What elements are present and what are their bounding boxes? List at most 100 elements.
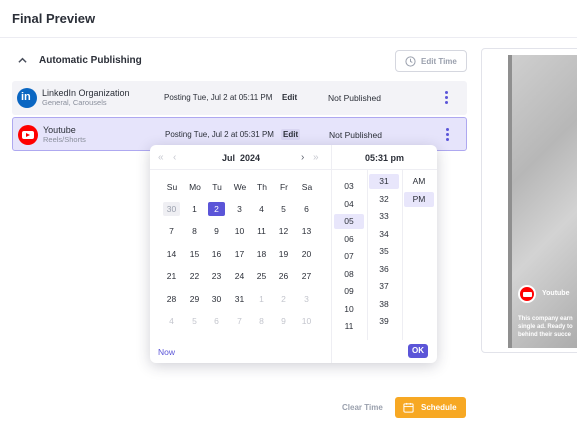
- calendar-day[interactable]: 23: [208, 269, 225, 283]
- section-title: Automatic Publishing: [39, 55, 142, 66]
- calendar-day[interactable]: 8: [253, 314, 270, 328]
- calendar-day[interactable]: 5: [186, 314, 203, 328]
- calendar-day[interactable]: 4: [253, 202, 270, 216]
- weekday-label: Fr: [279, 182, 289, 192]
- calendar-day[interactable]: 3: [298, 292, 315, 306]
- minute-option[interactable]: 39: [369, 314, 399, 329]
- status-text: Not Published: [328, 93, 381, 103]
- calendar-day[interactable]: 6: [208, 314, 225, 328]
- calendar-day[interactable]: 30: [208, 292, 225, 306]
- edit-button[interactable]: Edit: [281, 129, 301, 140]
- calendar-day[interactable]: 2: [275, 292, 292, 306]
- chevron-right-icon[interactable]: ›: [301, 152, 304, 163]
- calendar-day[interactable]: 10: [231, 224, 248, 238]
- hour-option[interactable]: 04: [334, 197, 364, 212]
- clear-time-button[interactable]: Clear Time: [342, 403, 383, 412]
- clock-icon: [405, 56, 416, 67]
- hour-option[interactable]: 10: [334, 302, 364, 317]
- hour-option[interactable]: 07: [334, 249, 364, 264]
- calendar-day[interactable]: 3: [231, 202, 248, 216]
- calendar-day[interactable]: 28: [163, 292, 180, 306]
- calendar-day[interactable]: 15: [186, 247, 203, 261]
- period-option[interactable]: PM: [404, 191, 434, 207]
- calendar-day[interactable]: 21: [163, 269, 180, 283]
- chevron-up-icon[interactable]: [18, 56, 27, 65]
- calendar-day[interactable]: 12: [275, 224, 292, 238]
- divider: [150, 169, 331, 170]
- time-display: 05:31 pm: [364, 153, 405, 163]
- hour-option[interactable]: 03: [334, 179, 364, 194]
- header: Final Preview: [0, 0, 577, 38]
- calendar-day[interactable]: 7: [163, 224, 180, 238]
- account-sub: Reels/Shorts: [43, 135, 86, 144]
- more-options-icon[interactable]: [445, 91, 449, 105]
- hour-option[interactable]: 08: [334, 267, 364, 282]
- youtube-icon: [18, 125, 38, 145]
- calendar-day[interactable]: 31: [231, 292, 248, 306]
- calendar-day[interactable]: 14: [163, 247, 180, 261]
- calendar-day[interactable]: 17: [231, 247, 248, 261]
- calendar-day[interactable]: 4: [163, 314, 180, 328]
- calendar-day[interactable]: 7: [231, 314, 248, 328]
- minute-option[interactable]: 37: [369, 279, 399, 294]
- calendar-day[interactable]: 11: [253, 224, 270, 238]
- edit-time-button[interactable]: Edit Time: [395, 50, 467, 72]
- minute-option[interactable]: 33: [369, 209, 399, 224]
- calendar-day[interactable]: 5: [275, 202, 292, 216]
- now-button[interactable]: Now: [158, 347, 175, 357]
- linkedin-icon: in: [17, 88, 37, 108]
- minute-option[interactable]: 36: [369, 262, 399, 277]
- calendar-day[interactable]: 10: [298, 314, 315, 328]
- hour-option[interactable]: 06: [334, 232, 364, 247]
- account-name: Youtube: [43, 125, 76, 135]
- ok-button[interactable]: OK: [408, 344, 428, 358]
- calendar-day[interactable]: 1: [186, 202, 203, 216]
- minute-option[interactable]: 31: [369, 174, 399, 189]
- calendar-day[interactable]: 24: [231, 269, 248, 283]
- double-chevron-right-icon[interactable]: »: [313, 152, 319, 163]
- calendar-day[interactable]: 30: [163, 202, 180, 216]
- calendar-day[interactable]: 1: [253, 292, 270, 306]
- calendar-day[interactable]: 18: [253, 247, 270, 261]
- calendar-day[interactable]: 20: [298, 247, 315, 261]
- calendar-day[interactable]: 16: [208, 247, 225, 261]
- minute-option[interactable]: 32: [369, 192, 399, 207]
- edit-time-label: Edit Time: [421, 57, 457, 66]
- preview-image: Youtube This company earn single ad. Rea…: [508, 55, 577, 348]
- account-row-linkedin[interactable]: in LinkedIn Organization General, Carous…: [12, 81, 467, 115]
- calendar-day[interactable]: 9: [208, 224, 225, 238]
- calendar-day[interactable]: 19: [275, 247, 292, 261]
- weekday-label: Th: [257, 182, 267, 192]
- hour-option[interactable]: 11: [334, 319, 364, 334]
- preview-channel: Youtube: [542, 290, 570, 297]
- calendar-day[interactable]: 2: [208, 202, 225, 216]
- calendar-day[interactable]: 22: [186, 269, 203, 283]
- divider: [332, 169, 437, 170]
- more-options-icon[interactable]: [446, 128, 450, 142]
- calendar-day[interactable]: 13: [298, 224, 315, 238]
- schedule-button[interactable]: Schedule: [395, 397, 466, 418]
- minute-option[interactable]: 35: [369, 244, 399, 259]
- minute-option[interactable]: 34: [369, 227, 399, 242]
- calendar-day[interactable]: 29: [186, 292, 203, 306]
- month-year-label[interactable]: Jul 2024: [222, 153, 260, 163]
- preview-caption: This company earn single ad. Ready to be…: [518, 316, 573, 338]
- double-chevron-left-icon[interactable]: «: [158, 152, 164, 163]
- datetime-picker: « ‹ Jul 2024 › » Su Mo Tu We Th Fr Sa 30 1 2 3 4 5 6…: [150, 145, 437, 363]
- calendar: « ‹ Jul 2024 › » Su Mo Tu We Th Fr Sa 30 1 2 3 4 5 6…: [150, 145, 331, 363]
- calendar-day[interactable]: 27: [298, 269, 315, 283]
- calendar-day[interactable]: 6: [298, 202, 315, 216]
- calendar-day[interactable]: 9: [275, 314, 292, 328]
- divider: [331, 145, 332, 363]
- edit-button[interactable]: Edit: [280, 92, 299, 103]
- calendar-day[interactable]: 26: [275, 269, 292, 283]
- calendar-day[interactable]: 8: [186, 224, 203, 238]
- youtube-icon: [518, 285, 536, 303]
- minute-option[interactable]: 38: [369, 297, 399, 312]
- divider: [402, 170, 403, 340]
- period-option[interactable]: AM: [404, 174, 434, 189]
- hour-option[interactable]: 09: [334, 284, 364, 299]
- hour-option[interactable]: 05: [334, 214, 364, 229]
- calendar-day[interactable]: 25: [253, 269, 270, 283]
- chevron-left-icon[interactable]: ‹: [173, 152, 176, 163]
